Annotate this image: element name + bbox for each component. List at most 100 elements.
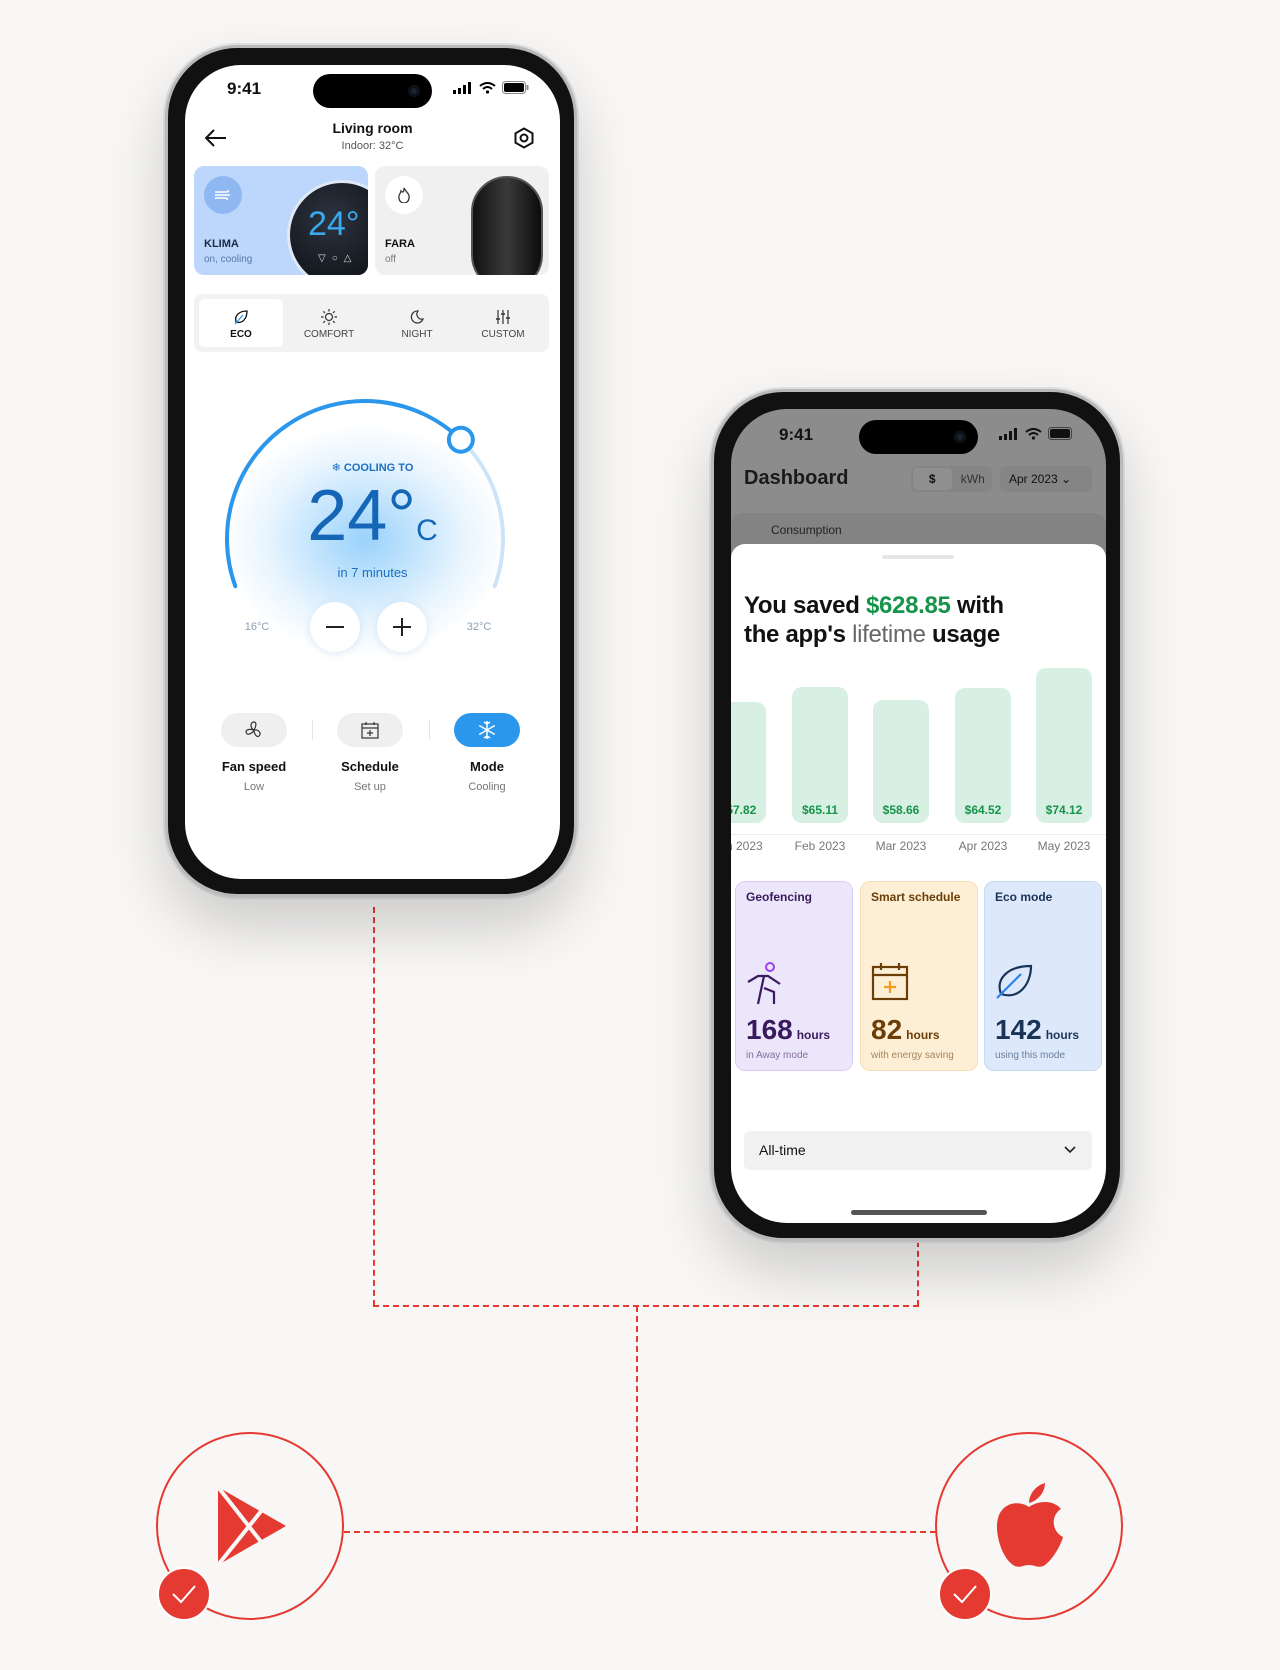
mode-tabs: ECO COMFORT NIGHT CUSTOM <box>194 294 549 352</box>
tab-label: CUSTOM <box>481 329 525 340</box>
stat-card-eco-mode[interactable]: Eco mode 142 hours using this mode <box>984 881 1102 1071</box>
tab-label: ECO <box>230 329 252 340</box>
fan-speed-value: Low <box>243 781 265 793</box>
page-subtitle: Indoor: 32°C <box>341 140 404 152</box>
snowflake-icon: ❄ <box>331 462 344 474</box>
check-badge <box>938 1567 992 1621</box>
page-title: Living room <box>332 120 413 136</box>
target-temperature: 24°C <box>185 475 560 557</box>
cooling-status-label: COOLING TO <box>343 462 414 474</box>
status-icons <box>453 81 529 94</box>
calendar-icon <box>871 963 909 1001</box>
chart-bar[interactable]: $57.82 <box>731 702 766 823</box>
leaf-icon <box>234 310 248 325</box>
stat-unit: hours <box>906 1028 940 1042</box>
tab-comfort[interactable]: COMFORT <box>287 299 371 347</box>
status-time: 9:41 <box>227 79 262 98</box>
dashboard-screen: 9:41 Dashboard $ kWh Apr 2023 ⌄ Consumpt… <box>731 409 1106 1223</box>
bar-value-label: $58.66 <box>882 802 920 817</box>
dial-knob[interactable] <box>446 425 475 454</box>
fan-speed-button[interactable] <box>221 713 287 747</box>
min-temp-label: 16°C <box>244 621 270 633</box>
stat-unit: hours <box>796 1028 831 1042</box>
dashboard-phone: 9:41 Dashboard $ kWh Apr 2023 ⌄ Consumpt… <box>711 389 1123 1241</box>
mode-button[interactable] <box>454 713 520 747</box>
signal-icon <box>453 81 471 94</box>
stat-card-smart-schedule[interactable]: Smart schedule 82 hours with energy savin… <box>860 881 978 1071</box>
connector-line <box>373 1305 919 1307</box>
savings-bar-chart: $57.82 Jan 2023 $65.11 Feb 2023 $58.66 Mar 20… <box>731 409 1106 869</box>
month-label: May 2023 <box>1037 839 1091 853</box>
apple-icon <box>996 1483 1063 1567</box>
connector-line <box>373 907 375 1306</box>
bar-value-label: $74.12 <box>1045 802 1083 817</box>
stat-unit: hours <box>1045 1028 1080 1042</box>
battery-icon <box>502 81 529 94</box>
month-label: Apr 2023 <box>958 839 1008 853</box>
schedule-button[interactable] <box>337 713 403 747</box>
chart-bar[interactable]: $74.12 <box>1036 668 1092 823</box>
schedule-value: Set up <box>354 781 386 793</box>
thermostat-screen: 9:41 Living room Indoor: 32°C KLIMA on, … <box>185 65 560 879</box>
device-name: KLIMA <box>204 238 239 250</box>
stat-title: Geofencing <box>746 890 813 904</box>
tab-eco[interactable]: ECO <box>199 299 283 347</box>
bar-value-label: $64.52 <box>964 802 1002 817</box>
connector-line <box>636 1306 638 1532</box>
chart-bar[interactable]: $65.11 <box>792 686 848 823</box>
chevron-down-icon <box>1064 1146 1076 1154</box>
snowflake-icon <box>478 721 496 739</box>
plus-icon <box>393 618 411 636</box>
cooling-status: ❄ COOLING TO <box>185 461 560 474</box>
device-card-klima[interactable]: KLIMA on, cooling 24° ▽○△ <box>194 166 368 275</box>
eta-text: in 7 minutes <box>337 565 408 580</box>
stat-value: 168 <box>746 1014 793 1045</box>
minus-icon <box>326 626 344 628</box>
stat-title: Eco mode <box>995 890 1053 904</box>
target-value: 24° <box>307 476 417 556</box>
device-state: off <box>385 254 396 265</box>
google-play-icon <box>216 1485 286 1567</box>
tab-label: NIGHT <box>401 329 433 340</box>
check-icon <box>172 1585 196 1604</box>
chart-bar[interactable]: $64.52 <box>955 688 1011 823</box>
moon-icon <box>410 310 424 324</box>
connector-line <box>917 1241 919 1306</box>
device-card-fara[interactable]: FARA off <box>375 166 549 275</box>
stat-card-geofencing[interactable]: Geofencing 168 hours in Away mode <box>735 881 853 1071</box>
stat-title: Smart schedule <box>871 890 961 904</box>
stat-value: 82 <box>871 1014 903 1045</box>
mode-value: Cooling <box>468 781 506 793</box>
target-unit: C <box>416 514 438 547</box>
leaf-icon <box>996 964 1033 999</box>
stat-caption: in Away mode <box>746 1050 809 1061</box>
flame-icon <box>385 176 423 214</box>
sun-icon <box>321 309 337 325</box>
month-label: Mar 2023 <box>875 839 927 853</box>
check-icon <box>953 1585 977 1604</box>
heater-device-image <box>471 176 543 275</box>
connector-line <box>344 1531 936 1533</box>
chart-baseline <box>731 834 1106 835</box>
bar-value-label: $57.82 <box>731 802 757 817</box>
schedule-label: Schedule <box>341 759 399 774</box>
increase-button[interactable] <box>377 602 427 652</box>
stat-value: 142 <box>995 1014 1042 1045</box>
settings-icon[interactable] <box>513 127 535 149</box>
thermostat-phone: 9:41 Living room Indoor: 32°C KLIMA on, … <box>165 45 577 897</box>
sliders-icon <box>496 310 510 324</box>
range-select[interactable]: All-time <box>744 1131 1092 1170</box>
fan-icon <box>245 721 261 738</box>
thermostat-device-image: 24° ▽○△ <box>287 180 368 275</box>
wifi-icon <box>479 81 496 94</box>
bar-value-label: $65.11 <box>801 802 839 817</box>
chart-bar[interactable]: $58.66 <box>873 700 929 823</box>
tab-night[interactable]: NIGHT <box>375 299 459 347</box>
decrease-button[interactable] <box>310 602 360 652</box>
tab-custom[interactable]: CUSTOM <box>461 299 545 347</box>
device-name: FARA <box>385 238 415 250</box>
device-buttons-icon: ▽○△ <box>318 253 358 264</box>
max-temp-label: 32°C <box>466 621 492 633</box>
fan-speed-label: Fan speed <box>221 759 287 774</box>
month-label: Jan 2023 <box>731 839 763 853</box>
